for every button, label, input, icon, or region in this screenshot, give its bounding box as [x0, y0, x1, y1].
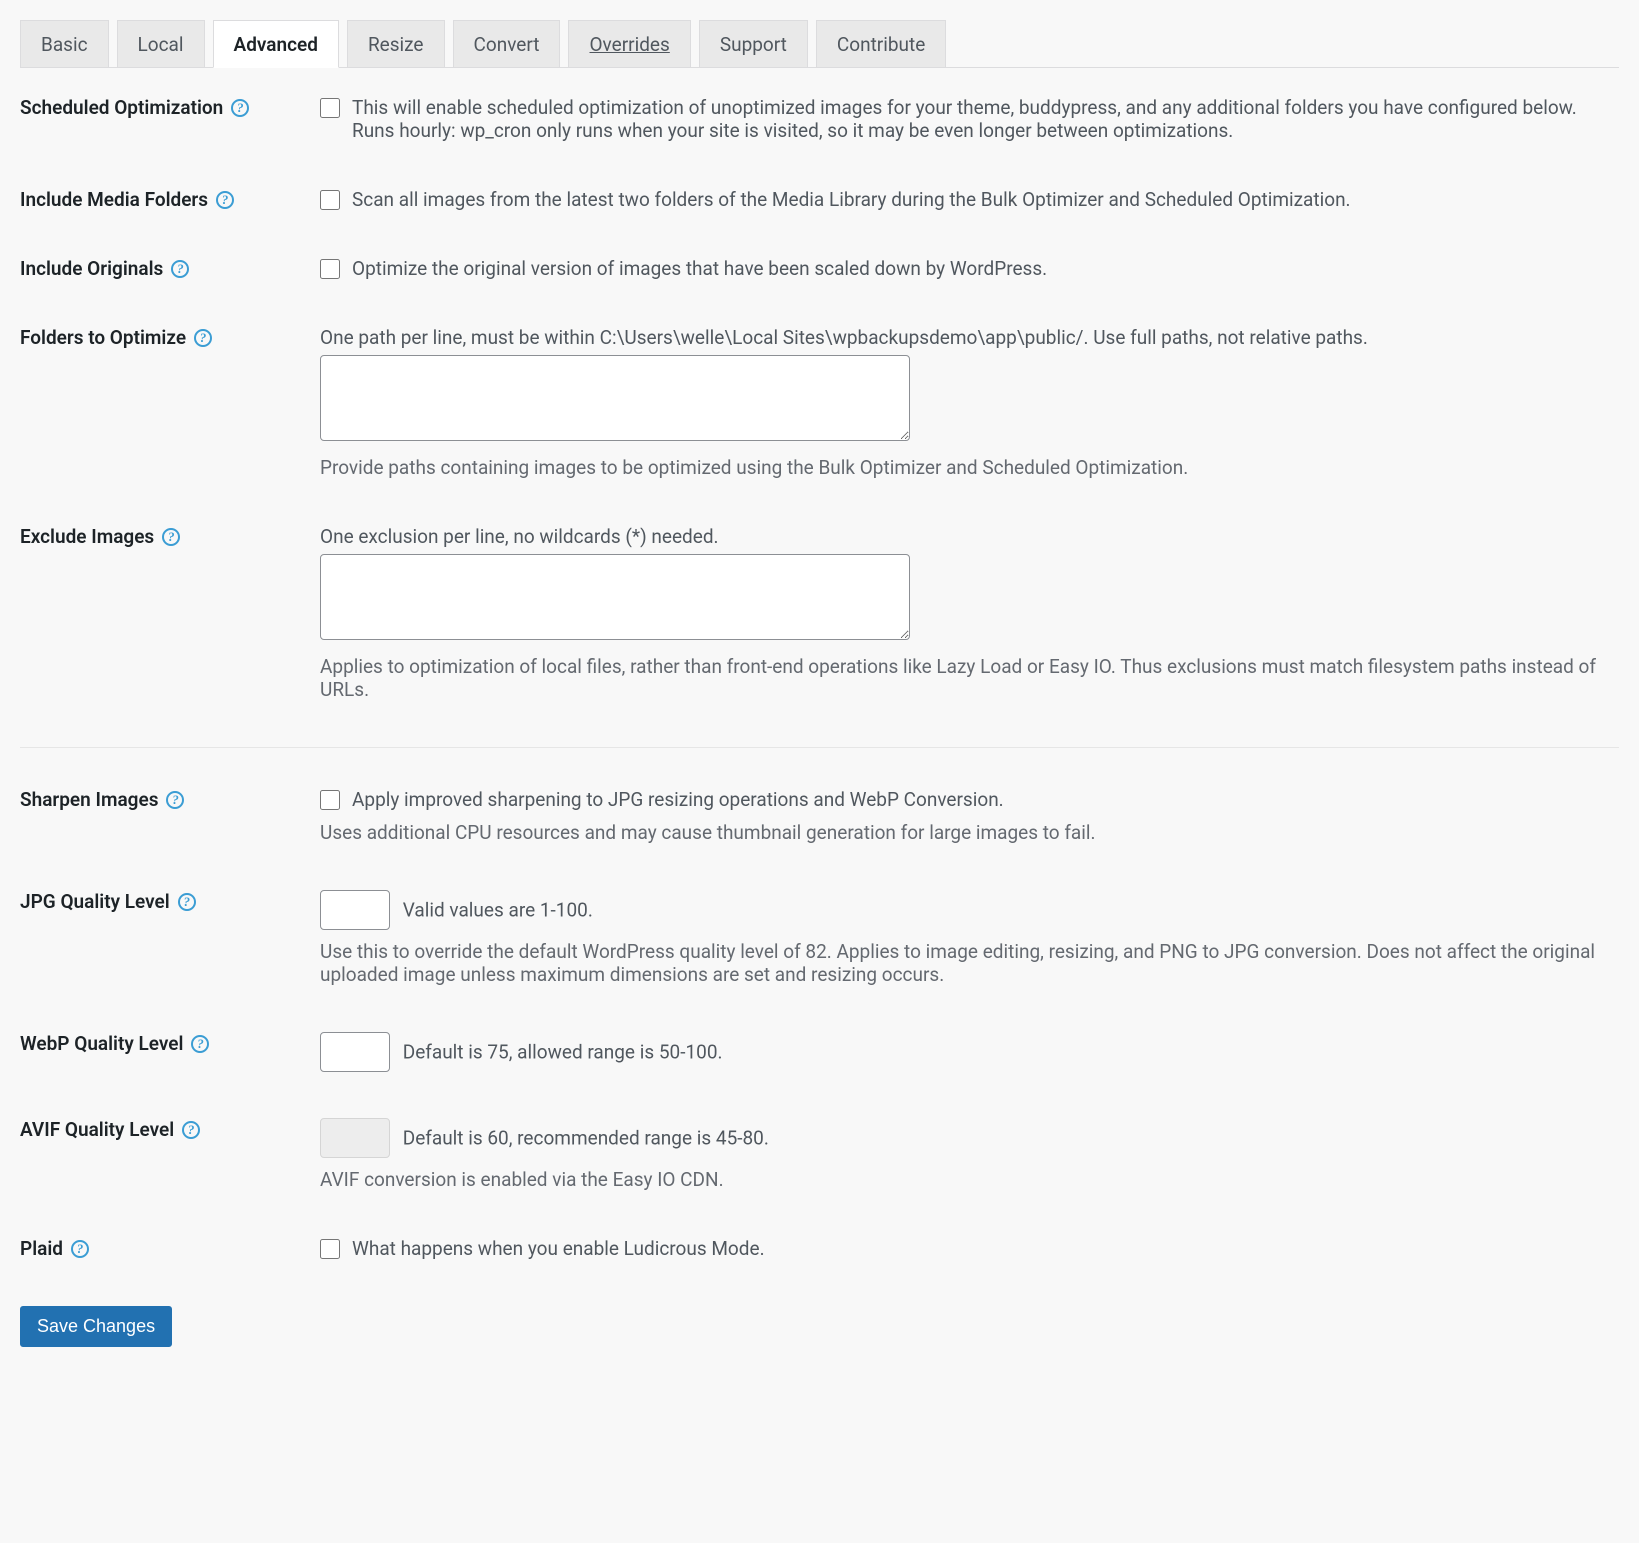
scheduled-optimization-desc: This will enable scheduled optimization … — [352, 96, 1619, 142]
jpg-quality-input[interactable] — [320, 890, 390, 930]
tab-basic[interactable]: Basic — [20, 20, 109, 67]
scheduled-optimization-checkbox[interactable] — [320, 98, 340, 118]
folders-top-hint: One path per line, must be within C:\Use… — [320, 326, 1619, 349]
row-include-originals: Include Originals ? Optimize the origina… — [20, 257, 1619, 280]
tab-contribute[interactable]: Contribute — [816, 20, 946, 67]
tab-convert[interactable]: Convert — [453, 20, 561, 67]
sharpen-images-checkbox[interactable] — [320, 790, 340, 810]
tab-resize[interactable]: Resize — [347, 20, 445, 67]
row-plaid: Plaid ? What happens when you enable Lud… — [20, 1237, 1619, 1260]
label-jpg-quality: JPG Quality Level — [20, 890, 170, 913]
help-icon[interactable]: ? — [231, 99, 249, 117]
tab-local[interactable]: Local — [117, 20, 205, 67]
label-webp-quality: WebP Quality Level — [20, 1032, 183, 1055]
help-icon[interactable]: ? — [178, 893, 196, 911]
row-include-media-folders: Include Media Folders ? Scan all images … — [20, 188, 1619, 211]
label-sharpen-images: Sharpen Images — [20, 788, 158, 811]
folders-to-optimize-textarea[interactable] — [320, 355, 910, 441]
save-changes-button[interactable]: Save Changes — [20, 1306, 172, 1347]
label-exclude-images: Exclude Images — [20, 525, 154, 548]
label-include-originals: Include Originals — [20, 257, 163, 280]
label-plaid: Plaid — [20, 1237, 63, 1260]
include-media-folders-desc: Scan all images from the latest two fold… — [352, 188, 1351, 211]
jpg-quality-hint: Use this to override the default WordPre… — [320, 940, 1619, 986]
label-avif-quality: AVIF Quality Level — [20, 1118, 174, 1141]
row-exclude-images: Exclude Images ? One exclusion per line,… — [20, 525, 1619, 701]
row-scheduled-optimization: Scheduled Optimization ? This will enabl… — [20, 96, 1619, 142]
tab-overrides[interactable]: Overrides — [568, 20, 690, 67]
include-media-folders-checkbox[interactable] — [320, 190, 340, 210]
row-folders-to-optimize: Folders to Optimize ? One path per line,… — [20, 326, 1619, 479]
label-include-media-folders: Include Media Folders — [20, 188, 208, 211]
help-icon[interactable]: ? — [162, 528, 180, 546]
sharpen-images-hint: Uses additional CPU resources and may ca… — [320, 821, 1619, 844]
row-jpg-quality: JPG Quality Level ? Valid values are 1-1… — [20, 890, 1619, 986]
label-scheduled-optimization: Scheduled Optimization — [20, 96, 223, 119]
plaid-desc: What happens when you enable Ludicrous M… — [352, 1237, 765, 1260]
webp-quality-inline: Default is 75, allowed range is 50-100. — [403, 1041, 723, 1064]
avif-quality-hint: AVIF conversion is enabled via the Easy … — [320, 1168, 1619, 1191]
plaid-checkbox[interactable] — [320, 1239, 340, 1259]
avif-quality-input — [320, 1118, 390, 1158]
label-folders-to-optimize: Folders to Optimize — [20, 326, 186, 349]
help-icon[interactable]: ? — [171, 260, 189, 278]
include-originals-checkbox[interactable] — [320, 259, 340, 279]
exclude-images-textarea[interactable] — [320, 554, 910, 640]
include-originals-desc: Optimize the original version of images … — [352, 257, 1047, 280]
avif-quality-inline: Default is 60, recommended range is 45-8… — [403, 1127, 769, 1150]
folders-bottom-hint: Provide paths containing images to be op… — [320, 456, 1619, 479]
help-icon[interactable]: ? — [194, 329, 212, 347]
help-icon[interactable]: ? — [71, 1240, 89, 1258]
webp-quality-input[interactable] — [320, 1032, 390, 1072]
row-sharpen-images: Sharpen Images ? Apply improved sharpeni… — [20, 747, 1619, 844]
row-webp-quality: WebP Quality Level ? Default is 75, allo… — [20, 1032, 1619, 1072]
settings-tabs: Basic Local Advanced Resize Convert Over… — [20, 20, 1619, 68]
help-icon[interactable]: ? — [216, 191, 234, 209]
tab-advanced[interactable]: Advanced — [213, 20, 339, 68]
jpg-quality-inline: Valid values are 1-100. — [403, 899, 593, 922]
exclude-top-hint: One exclusion per line, no wildcards (*)… — [320, 525, 1619, 548]
row-avif-quality: AVIF Quality Level ? Default is 60, reco… — [20, 1118, 1619, 1191]
help-icon[interactable]: ? — [166, 791, 184, 809]
tab-support[interactable]: Support — [699, 20, 808, 67]
help-icon[interactable]: ? — [182, 1121, 200, 1139]
exclude-bottom-hint: Applies to optimization of local files, … — [320, 655, 1619, 701]
help-icon[interactable]: ? — [191, 1035, 209, 1053]
sharpen-images-desc: Apply improved sharpening to JPG resizin… — [352, 788, 1004, 811]
